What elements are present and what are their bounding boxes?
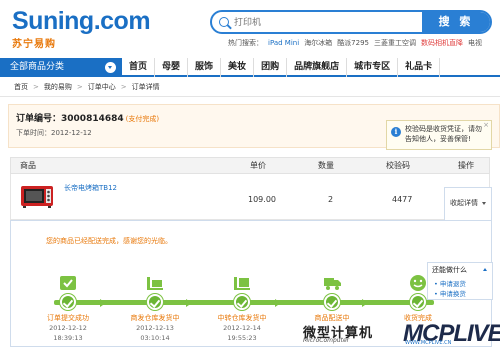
all-categories-label: 全部商品分类 <box>10 62 65 72</box>
hot-word-link[interactable]: 海尔冰箱 <box>304 39 332 47</box>
order-time-label: 下单时间： <box>16 129 51 137</box>
progress-arrow-icon <box>186 299 192 307</box>
nav-item-baby[interactable]: 母婴 <box>155 58 189 77</box>
tip-text-line1: 校验码是收货凭证，请勿 <box>405 125 482 133</box>
order-number-line: 订单编号：3000814684 (支付完成) <box>16 111 159 124</box>
column-header-product: 商品 <box>20 161 36 170</box>
search-input[interactable] <box>234 15 404 30</box>
warehouse-dispatch-icon <box>147 277 163 290</box>
order-submitted-icon <box>60 276 76 290</box>
verification-code: 4477 <box>392 195 413 204</box>
search-bar: 搜 索 <box>210 10 492 34</box>
main-nav: 全部商品分类 首页 母婴 服饰 美妆 团购 品牌旗舰店 城市专区 礼品卡 <box>0 58 500 77</box>
column-header-action: 操作 <box>458 161 474 170</box>
apply-return-link[interactable]: • 申请退货 <box>434 278 466 288</box>
breadcrumb-order-center[interactable]: 订单中心 <box>88 83 116 91</box>
hot-word-link[interactable]: 数码相机直降 <box>421 39 463 47</box>
divider <box>0 96 500 97</box>
info-icon: i <box>391 127 401 137</box>
breadcrumb-separator: > <box>33 83 39 91</box>
logo-subtitle: 苏宁易购 <box>12 39 56 50</box>
nav-item-gift-card[interactable]: 礼品卡 <box>398 58 441 77</box>
search-icon <box>219 17 229 27</box>
column-header-verify-code: 校验码 <box>386 161 410 170</box>
nav-item-home[interactable]: 首页 <box>122 58 156 77</box>
hot-search-links: 热门搜索： iPad Mini 海尔冰箱 酷派7295 三菱重工空调 数码相机直降 电视 <box>228 38 487 48</box>
more-actions-title: 还能做什么 <box>432 266 467 274</box>
apply-return-label: 申请退货 <box>439 280 466 288</box>
smiley-face-icon <box>410 275 426 291</box>
hot-word-link[interactable]: iPad Mini <box>268 39 299 47</box>
logo-text: Suning.com <box>12 7 151 35</box>
hot-search-label: 热门搜索： <box>228 39 263 47</box>
chevron-down-icon <box>105 62 116 73</box>
nav-item-city-zone[interactable]: 城市专区 <box>347 58 399 77</box>
hot-word-link[interactable]: 三菱重工空调 <box>374 39 416 47</box>
step-node <box>234 294 250 310</box>
apply-exchange-label: 申请换货 <box>439 290 466 298</box>
watermark-en: MicroComputer <box>303 337 350 344</box>
step-label: 商发仓库发货中 <box>130 314 180 322</box>
column-header-price: 单价 <box>250 161 266 170</box>
step-label: 订单提交成功 <box>47 314 89 322</box>
breadcrumb: 首页 > 我的易购 > 订单中心 > 订单详情 <box>14 82 160 92</box>
step-node <box>147 294 163 310</box>
nav-item-apparel[interactable]: 服饰 <box>188 58 222 77</box>
transit-warehouse-icon <box>234 277 250 290</box>
breadcrumb-home[interactable]: 首页 <box>14 83 28 91</box>
order-status: (支付完成) <box>125 115 160 123</box>
progress-arrow-icon <box>100 299 106 307</box>
step-label: 中转仓库发货中 <box>217 314 267 322</box>
step-time: 19:55:23 <box>227 334 257 342</box>
step-time: 03:10:14 <box>140 334 170 342</box>
tip-text-line2: 告知他人，妥善保管! <box>405 135 471 143</box>
progress-arrow-icon <box>362 299 368 307</box>
breadcrumb-current: 订单详情 <box>131 83 160 91</box>
breadcrumb-separator: > <box>76 83 83 91</box>
product-name-link[interactable]: 长帝电烤箱TB12 <box>64 183 117 193</box>
product-quantity: 2 <box>328 195 334 204</box>
step-node <box>60 294 76 310</box>
order-number-label: 订单编号： <box>16 114 62 124</box>
all-categories-button[interactable]: 全部商品分类 <box>0 58 122 77</box>
step-node <box>324 294 340 310</box>
nav-item-group-buy[interactable]: 团购 <box>254 58 288 77</box>
more-actions-menu: 还能做什么 • 申请退货 • 申请换货 <box>427 262 493 300</box>
suning-logo[interactable]: Suning.com 苏宁易购 <box>12 7 151 50</box>
breadcrumb-my-account[interactable]: 我的易购 <box>44 83 72 91</box>
nav-item-brand-stores[interactable]: 品牌旗舰店 <box>287 58 348 77</box>
apply-exchange-link[interactable]: • 申请换货 <box>434 288 466 298</box>
collapse-details-label: 收起详情 <box>450 199 478 207</box>
order-time-line: 下单时间：2012-12-12 <box>16 128 92 138</box>
search-button[interactable]: 搜 索 <box>422 12 490 32</box>
hot-word-link[interactable]: 电视 <box>468 39 482 47</box>
step-date: 2012-12-13 <box>136 324 174 332</box>
close-icon[interactable]: × <box>483 120 489 130</box>
step-time: 18:39:13 <box>53 334 83 342</box>
collapse-details-button[interactable]: 收起详情 <box>444 187 492 221</box>
breadcrumb-separator: > <box>120 83 127 91</box>
product-thumbnail[interactable] <box>20 181 54 209</box>
step-date: 2012-12-14 <box>223 324 261 332</box>
watermark-url: WWW.MCPLIVE.CN <box>405 340 452 346</box>
column-header-quantity: 数量 <box>318 161 334 170</box>
progress-arrow-icon <box>275 299 281 307</box>
order-number: 3000814684 <box>61 114 124 124</box>
order-time: 2012-12-12 <box>51 129 92 137</box>
delivery-status-message: 您的商品已经配送完成，感谢您的光临。 <box>46 237 172 245</box>
verification-code-tip: i × 校验码是收货凭证，请勿 告知他人，妥善保管! <box>386 120 492 150</box>
chevron-down-icon <box>482 202 486 205</box>
step-node <box>410 294 426 310</box>
product-price: 109.00 <box>248 195 276 204</box>
hot-word-link[interactable]: 酷派7295 <box>337 39 369 47</box>
chevron-up-icon[interactable] <box>483 268 487 271</box>
step-date: 2012-12-12 <box>49 324 87 332</box>
nav-item-beauty[interactable]: 美妆 <box>221 58 255 77</box>
delivery-truck-icon <box>324 278 341 290</box>
